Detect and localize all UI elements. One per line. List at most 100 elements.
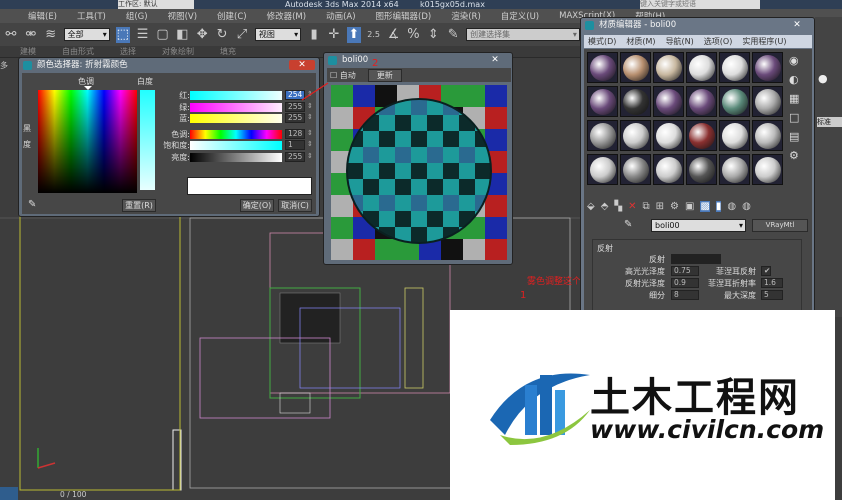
channel-slider[interactable] bbox=[190, 114, 282, 123]
material-sample-slot[interactable] bbox=[620, 154, 651, 185]
param-input[interactable] bbox=[671, 254, 721, 264]
material-sample-slot[interactable] bbox=[653, 86, 684, 117]
put-to-scene-icon[interactable]: ⬘ bbox=[601, 201, 609, 212]
angle-snap-icon[interactable]: ∡ bbox=[387, 27, 401, 43]
channel-value-input[interactable]: 1 bbox=[285, 140, 305, 150]
menu-item[interactable]: 材质(M) bbox=[626, 36, 655, 47]
material-sample-slot[interactable] bbox=[686, 154, 717, 185]
material-editor-titlebar[interactable]: 材质编辑器 - boli00 ✕ bbox=[581, 18, 814, 32]
render-window-titlebar[interactable]: boli00 ✕ bbox=[324, 53, 512, 67]
ribbon-tab[interactable]: 填充 bbox=[220, 46, 236, 57]
menu-item[interactable]: 工具(T) bbox=[77, 10, 106, 22]
material-name-input[interactable]: boli00 bbox=[651, 219, 746, 232]
material-sample-slot[interactable] bbox=[752, 86, 783, 117]
ribbon-tab[interactable]: 对象绘制 bbox=[162, 46, 194, 57]
ribbon-tab[interactable]: 建模 bbox=[20, 46, 36, 57]
put-to-library-icon[interactable]: ⚙ bbox=[670, 201, 679, 212]
reset-map-icon[interactable]: ✕ bbox=[628, 201, 636, 212]
update-button[interactable]: 更新 bbox=[367, 68, 402, 82]
channel-slider[interactable] bbox=[190, 141, 282, 150]
menu-item[interactable]: 实用程序(U) bbox=[742, 36, 786, 47]
object-type-select[interactable]: 标准 bbox=[817, 117, 842, 127]
material-sample-slot[interactable] bbox=[752, 120, 783, 151]
video-color-check-icon[interactable]: ▤ bbox=[789, 130, 799, 143]
spinner-icon[interactable]: ⇕ bbox=[307, 129, 313, 137]
eyedropper-icon[interactable]: ✎ bbox=[624, 219, 632, 230]
channel-slider[interactable] bbox=[190, 129, 282, 139]
spinner-icon[interactable]: ⇕ bbox=[307, 152, 313, 160]
pivot-icon[interactable]: ▮ bbox=[307, 27, 321, 43]
whiteness-bar[interactable] bbox=[140, 90, 155, 190]
workspace-select[interactable]: 工作区: 默认 bbox=[118, 0, 194, 9]
material-sample-slot[interactable] bbox=[653, 120, 684, 151]
param-input[interactable]: 1.6 bbox=[761, 278, 783, 288]
material-sample-slot[interactable] bbox=[719, 52, 750, 83]
unlink-icon[interactable]: ⚮ bbox=[24, 27, 38, 43]
hue-blackness-field[interactable] bbox=[38, 90, 137, 193]
menu-item[interactable]: 创建(C) bbox=[217, 10, 247, 22]
hue-marker[interactable] bbox=[84, 86, 92, 94]
channel-slider[interactable] bbox=[190, 152, 282, 162]
spinner-snap-icon[interactable]: ⇕ bbox=[426, 27, 440, 43]
show-map-icon[interactable]: ▩ bbox=[700, 201, 710, 212]
channel-value-input[interactable]: 255 bbox=[285, 113, 305, 123]
material-sample-slot[interactable] bbox=[620, 52, 651, 83]
rect-select-icon[interactable]: ▢ bbox=[156, 27, 170, 43]
material-sample-slot[interactable] bbox=[587, 154, 618, 185]
sample-type-icon[interactable]: ◉ bbox=[789, 54, 799, 67]
move-icon[interactable]: ✥ bbox=[195, 27, 209, 43]
rotate-icon[interactable]: ↻ bbox=[215, 27, 229, 43]
ribbon-tab[interactable]: 自由形式 bbox=[62, 46, 94, 57]
cancel-button[interactable]: 取消(C) bbox=[278, 199, 312, 212]
get-material-icon[interactable]: ⬙ bbox=[587, 201, 595, 212]
channel-value-input[interactable]: 255 bbox=[285, 151, 305, 162]
material-sample-slot[interactable] bbox=[620, 120, 651, 151]
create-geometry-icon[interactable]: ● bbox=[818, 72, 828, 85]
uv-tiling-icon[interactable]: □ bbox=[789, 111, 799, 124]
named-selection-select[interactable]: 创建选择集 bbox=[466, 28, 580, 41]
menu-item[interactable]: 编辑(E) bbox=[28, 10, 57, 22]
material-type-button[interactable]: VRayMtl bbox=[752, 219, 808, 232]
auto-checkbox[interactable]: ☐ 自动 bbox=[330, 70, 356, 81]
channel-slider[interactable] bbox=[190, 102, 282, 112]
material-sample-slot[interactable] bbox=[719, 120, 750, 151]
material-sample-slot[interactable] bbox=[653, 52, 684, 83]
material-sample-slot[interactable] bbox=[686, 120, 717, 151]
select-object-icon[interactable]: ⬚ bbox=[115, 26, 130, 43]
menu-item[interactable]: 选项(O) bbox=[704, 36, 733, 47]
bind-spacewarp-icon[interactable]: ≋ bbox=[44, 27, 58, 43]
material-sample-slot[interactable] bbox=[752, 52, 783, 83]
param-input[interactable]: 5 bbox=[761, 290, 783, 300]
copy-material-icon[interactable]: ⧉ bbox=[643, 201, 650, 212]
scale-icon[interactable]: ⤢ bbox=[235, 27, 249, 43]
menu-item[interactable]: 图形编辑器(D) bbox=[376, 10, 432, 22]
menu-item[interactable]: 模式(D) bbox=[588, 36, 616, 47]
menu-item[interactable]: 渲染(R) bbox=[451, 10, 481, 22]
keyboard-shortcut-icon[interactable]: ⬆ bbox=[346, 26, 361, 43]
selection-filter-select[interactable]: 全部 bbox=[63, 28, 110, 41]
snap-toggle-icon[interactable]: 2.5 bbox=[367, 27, 381, 43]
make-unique-icon[interactable]: ⊞ bbox=[656, 201, 664, 212]
close-button[interactable]: ✕ bbox=[482, 55, 508, 65]
param-input[interactable]: 8 bbox=[671, 290, 699, 300]
material-sample-slot[interactable] bbox=[686, 86, 717, 117]
material-sample-slot[interactable] bbox=[587, 52, 618, 83]
color-picker-titlebar[interactable]: 颜色选择器: 折射霧颜色 ✕ bbox=[19, 58, 319, 72]
eyedropper-icon[interactable]: ✎ bbox=[28, 199, 40, 211]
select-by-name-icon[interactable]: ☰ bbox=[136, 27, 150, 43]
ref-coord-select[interactable]: 视图 bbox=[254, 28, 302, 41]
backlight-icon[interactable]: ◐ bbox=[789, 73, 799, 86]
menu-item[interactable]: 动画(A) bbox=[326, 10, 355, 22]
menu-item[interactable]: 视图(V) bbox=[168, 10, 197, 22]
search-input[interactable]: 键入关键字或短语 bbox=[640, 0, 760, 9]
close-button[interactable]: ✕ bbox=[289, 60, 315, 70]
material-sample-slot[interactable] bbox=[587, 86, 618, 117]
make-preview-icon[interactable]: ⚙ bbox=[789, 149, 799, 162]
manipulate-icon[interactable]: ✛ bbox=[327, 27, 341, 43]
material-sample-slot[interactable] bbox=[719, 154, 750, 185]
menu-item[interactable]: 自定义(U) bbox=[501, 10, 539, 22]
material-id-icon[interactable]: ▣ bbox=[685, 201, 694, 212]
menu-item[interactable]: 修改器(M) bbox=[267, 10, 306, 22]
material-sample-slot[interactable] bbox=[719, 86, 750, 117]
channel-slider[interactable] bbox=[190, 91, 282, 100]
